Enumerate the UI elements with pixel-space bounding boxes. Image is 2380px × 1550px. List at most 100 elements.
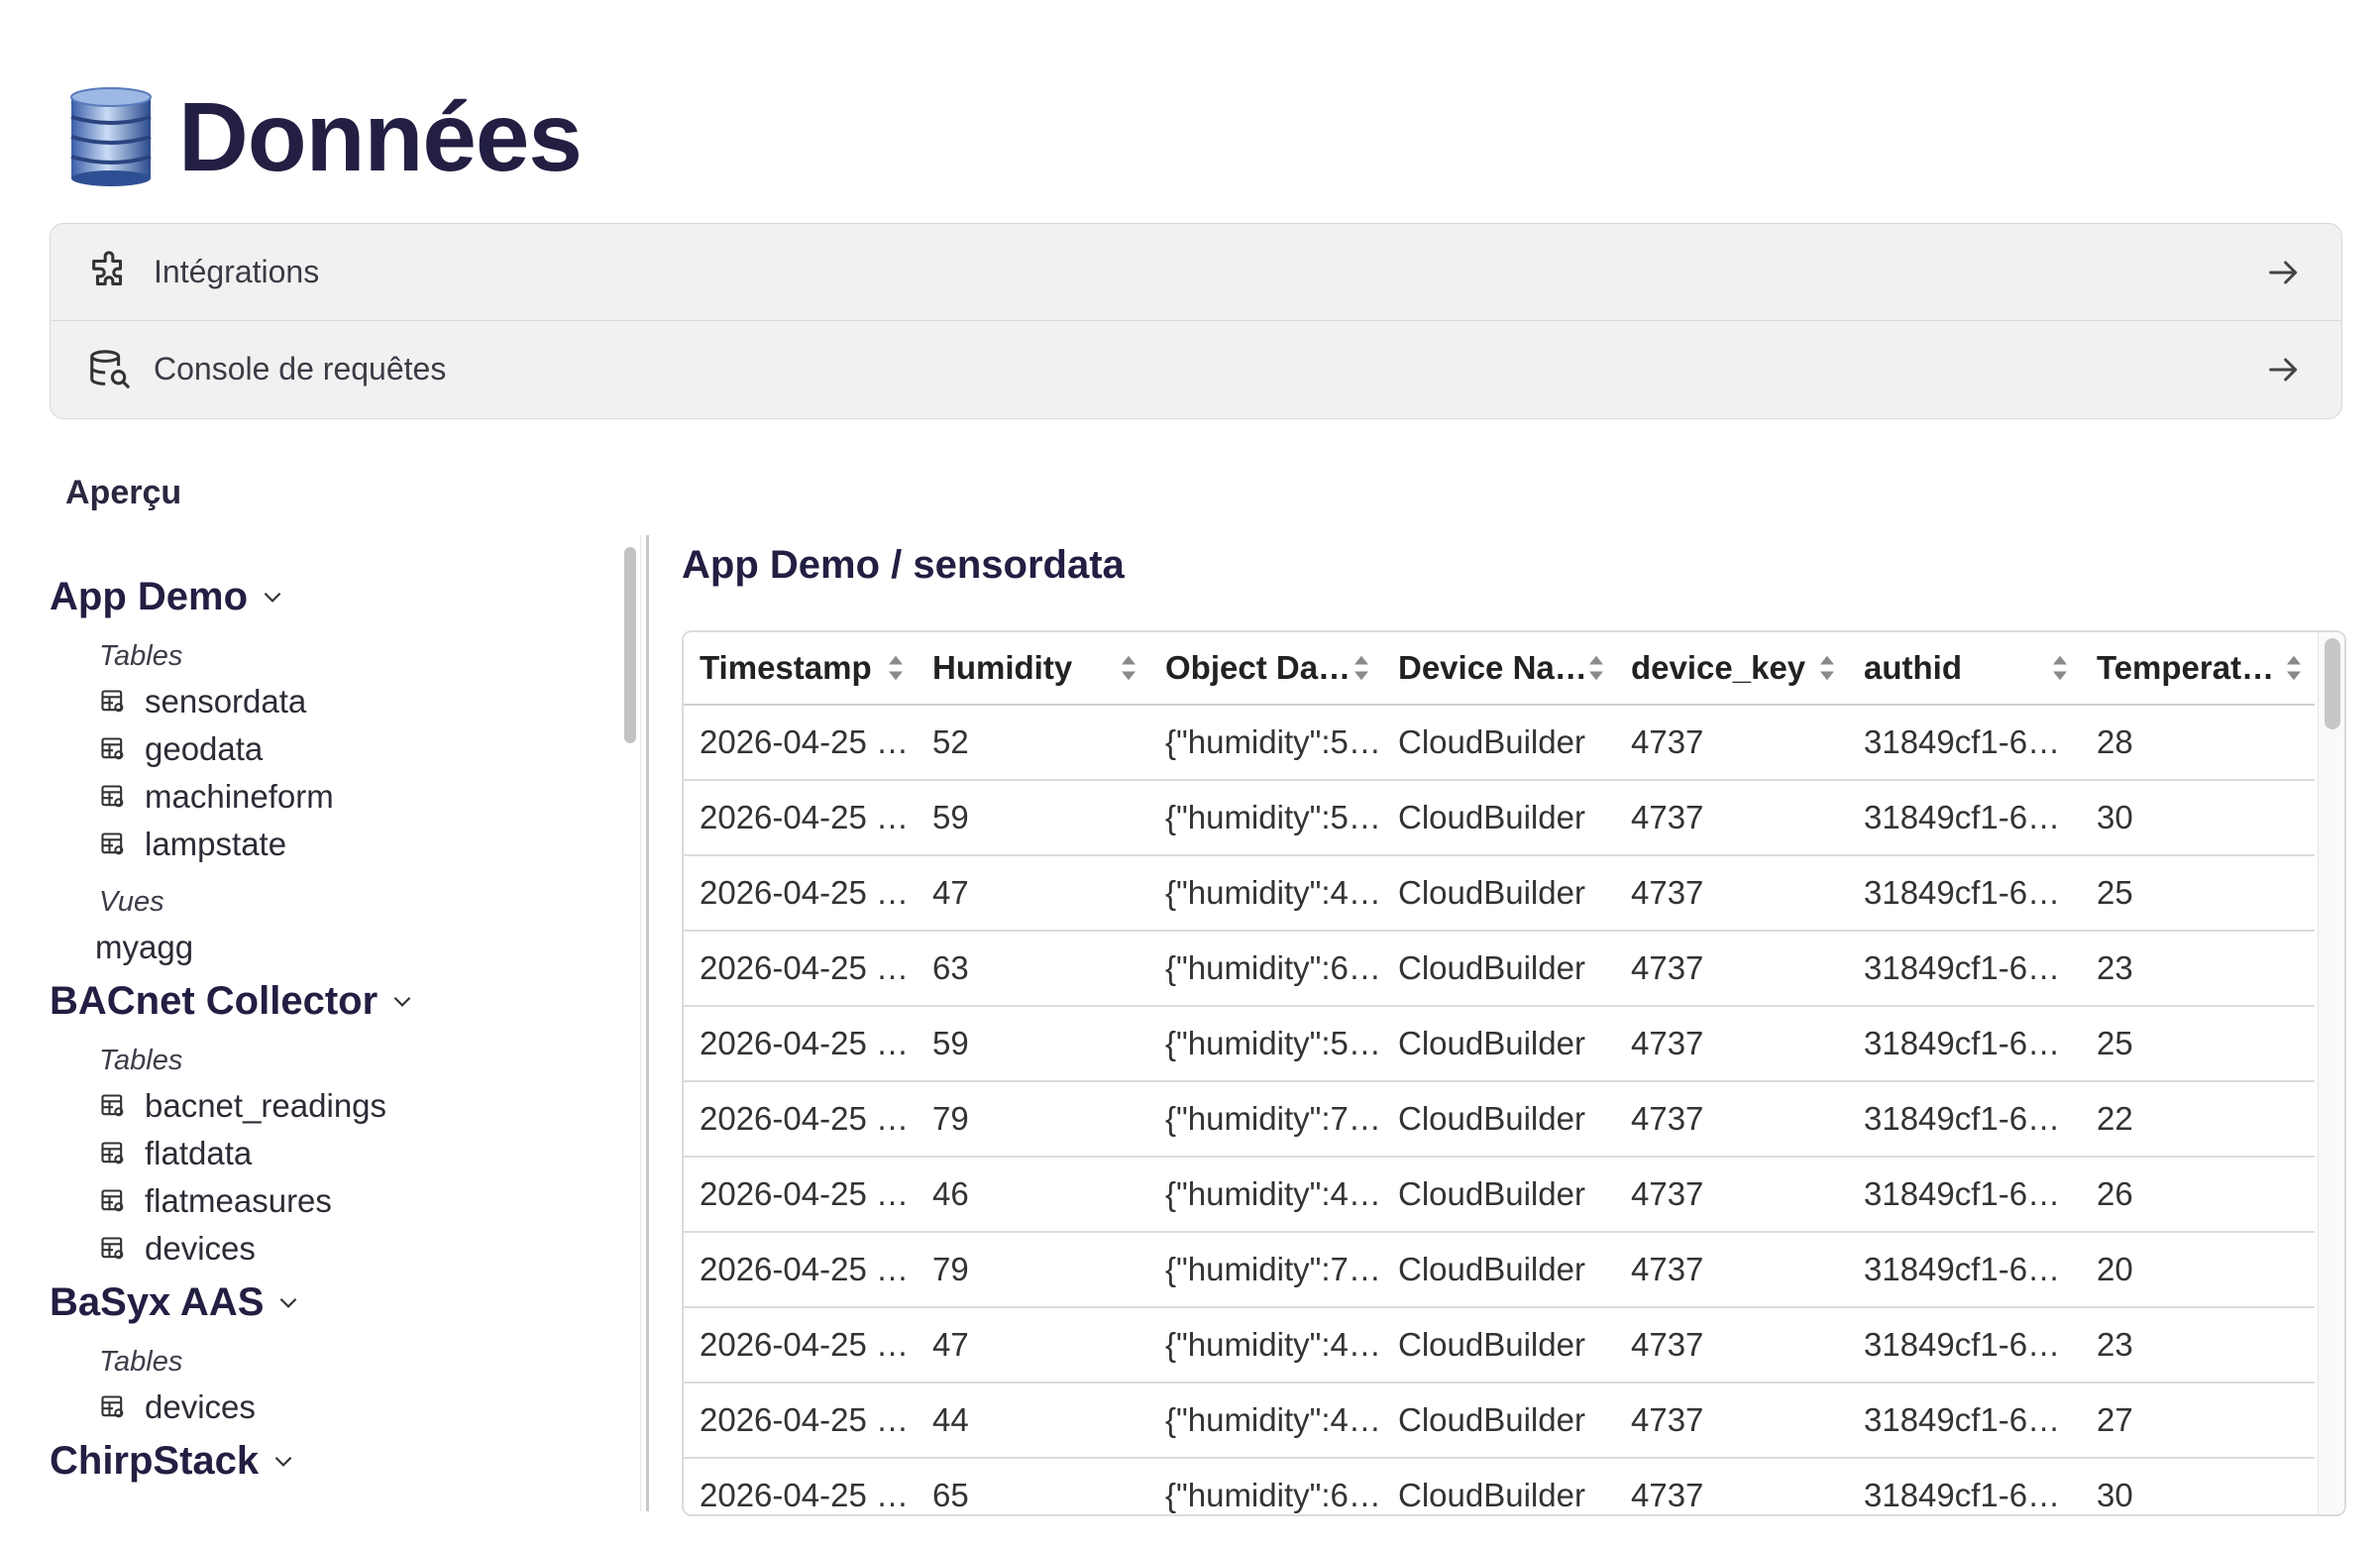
table-row[interactable]: 2026-04-25 … 52 {"humidity":5… CloudBuilder… [684,705,2315,781]
group-chirpstack[interactable]: ChirpStack [50,1431,604,1491]
table-row[interactable]: 2026-04-25 … 63 {"humidity":6… CloudBuilder… [684,931,2315,1007]
table-cell: {"humidity":5… [1149,705,1382,781]
sort-icon[interactable] [1120,654,1137,682]
tables-heading: Tables [99,640,183,672]
table-icon [101,690,124,713]
table-cell: {"humidity":6… [1149,931,1382,1007]
table-cell: 4737 [1615,1006,1848,1082]
sort-icon[interactable] [2285,654,2303,682]
scrollbar-thumb[interactable] [624,547,636,743]
table-cell: 31849cf1-6… [1848,780,2081,856]
data-source-tree: App Demo Tables sensordata geodata machi… [50,535,604,1511]
integrations-label: Intégrations [154,254,320,289]
table-row[interactable]: 2026-04-25 … 59 {"humidity":5… CloudBuilder… [684,780,2315,856]
table-item-bacnet-readings[interactable]: bacnet_readings [99,1082,604,1130]
sort-icon[interactable] [1587,654,1605,682]
query-console-icon [90,349,130,388]
table-cell: 27 [2081,1383,2315,1459]
table-row[interactable]: 2026-04-25 … 47 {"humidity":4… CloudBuilder… [684,1307,2315,1384]
table-item-flatmeasures[interactable]: flatmeasures [99,1177,604,1225]
group-name: ChirpStack [50,1438,260,1483]
table-icon [101,1237,124,1260]
table-cell: {"humidity":4… [1149,1307,1382,1384]
table-row[interactable]: 2026-04-25 … 46 {"humidity":4… CloudBuilder… [684,1157,2315,1233]
table-row[interactable]: 2026-04-25 … 79 {"humidity":7… CloudBuilder… [684,1232,2315,1308]
sort-icon[interactable] [1818,654,1836,682]
query-console-label: Console de requêtes [154,351,447,387]
column-header[interactable]: Device Na… [1382,632,1615,706]
arrow-right-icon [2269,261,2298,283]
column-header-label: device_key [1631,649,1806,686]
table-cell: 2026-04-25 … [684,1458,917,1514]
scrollbar-thumb[interactable] [2325,638,2340,729]
table-cell: 44 [917,1383,1149,1459]
sort-icon[interactable] [1352,654,1370,682]
table-cell: 4737 [1615,855,1848,932]
table-cell: CloudBuilder [1382,1232,1615,1308]
query-console-link[interactable]: Console de requêtes [51,320,2341,417]
table-cell: 2026-04-25 … [684,1232,917,1308]
table-cell: CloudBuilder [1382,1307,1615,1384]
table-cell: 2026-04-25 … [684,1307,917,1384]
table-item-geodata[interactable]: geodata [99,725,604,773]
table-name: devices [145,1388,256,1425]
table-cell: 2026-04-25 … [684,931,917,1007]
column-header[interactable]: authid [1848,632,2081,706]
table-cell: 79 [917,1081,1149,1158]
integrations-link[interactable]: Intégrations [51,224,2341,320]
table-cell: {"humidity":5… [1149,1006,1382,1082]
table-scrollbar[interactable] [2318,632,2344,1514]
column-header[interactable]: Timestamp [684,632,917,706]
page-title: Données [178,81,583,191]
table-item-devices[interactable]: devices [99,1225,604,1273]
table-cell: 31849cf1-6… [1848,1232,2081,1308]
table-icon [101,737,124,760]
table-cell: {"humidity":4… [1149,855,1382,932]
table-item-flatdata[interactable]: flatdata [99,1130,604,1177]
table-cell: 59 [917,1006,1149,1082]
overview-heading: Aperçu [65,474,182,511]
table-cell: 20 [2081,1232,2315,1308]
table-cell: 31849cf1-6… [1848,1006,2081,1082]
table-row[interactable]: 2026-04-25 … 65 {"humidity":6… CloudBuilder… [684,1458,2315,1514]
table-item-sensordata[interactable]: sensordata [99,678,604,725]
sort-icon[interactable] [887,654,905,682]
sidebar-scrollbar[interactable] [614,535,641,1511]
sort-icon[interactable] [2051,654,2069,682]
data-table: Timestamp Humidity Object Da… Device Na… dev… [682,630,2346,1516]
group-bacnet-collector[interactable]: BACnet Collector [50,971,604,1031]
table-cell: CloudBuilder [1382,855,1615,932]
column-header[interactable]: Temperat… [2081,632,2315,706]
table-cell: 63 [917,931,1149,1007]
column-header[interactable]: Humidity [917,632,1149,706]
column-header[interactable]: Object Da… [1149,632,1382,706]
arrow-right-icon [2269,358,2298,381]
table-cell: CloudBuilder [1382,931,1615,1007]
table-cell: 4737 [1615,1232,1848,1308]
group-name: BACnet Collector [50,978,379,1023]
table-row[interactable]: 2026-04-25 … 59 {"humidity":5… CloudBuilder… [684,1006,2315,1082]
table-cell: 4737 [1615,931,1848,1007]
table-cell: 26 [2081,1157,2315,1233]
table-cell: 31849cf1-6… [1848,1081,2081,1158]
table-cell: 25 [2081,855,2315,932]
table-item-lampstate[interactable]: lampstate [99,821,604,868]
column-header[interactable]: device_key [1615,632,1848,706]
table-cell: 2026-04-25 … [684,1383,917,1459]
view-item-myagg[interactable]: myagg [95,924,604,971]
table-row[interactable]: 2026-04-25 … 44 {"humidity":4… CloudBuilder… [684,1383,2315,1459]
table-row[interactable]: 2026-04-25 … 47 {"humidity":4… CloudBuilder… [684,855,2315,932]
table-cell: 30 [2081,780,2315,856]
table-cell: 23 [2081,1307,2315,1384]
table-cell: CloudBuilder [1382,1081,1615,1158]
table-item-machineform[interactable]: machineform [99,773,604,821]
column-header-label: Temperat… [2097,649,2275,686]
table-cell: 2026-04-25 … [684,1006,917,1082]
group-basyx-aas[interactable]: BaSyx AAS [50,1273,604,1332]
table-item-devices[interactable]: devices [99,1384,604,1431]
group-app-demo[interactable]: App Demo [50,567,604,626]
table-cell: CloudBuilder [1382,705,1615,781]
table-cell: 2026-04-25 … [684,855,917,932]
table-row[interactable]: 2026-04-25 … 79 {"humidity":7… CloudBuilder… [684,1081,2315,1158]
panel-resize-handle[interactable] [646,535,649,1511]
